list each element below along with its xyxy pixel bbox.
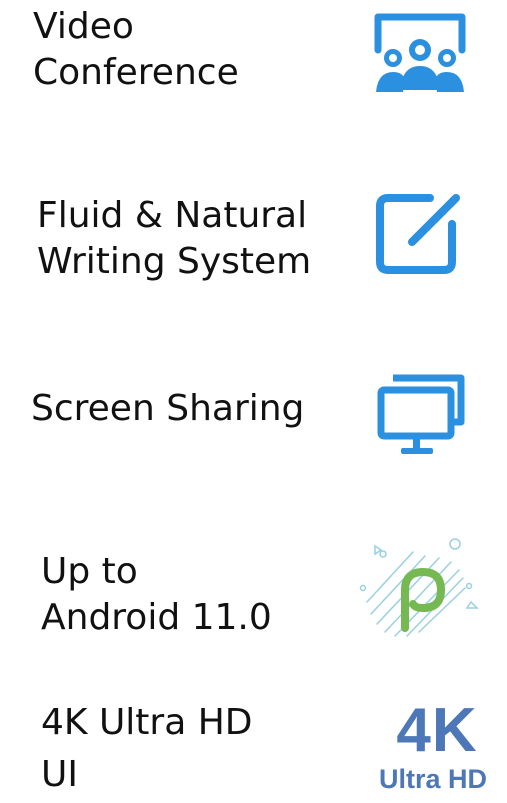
feature-line: Writing System — [37, 241, 312, 282]
feature-video-conference-label: Video Conference — [33, 4, 239, 96]
screen-sharing-icon — [375, 372, 467, 458]
android-p-logo — [355, 528, 485, 648]
4k-logo-text: 4K — [396, 696, 478, 765]
feature-screen-sharing-label: Screen Sharing — [31, 386, 304, 432]
feature-line: Android 11.0 — [41, 597, 272, 638]
feature-writing-system-label: Fluid & Natural Writing System — [37, 193, 311, 285]
ultra-hd-logo-text: Ultra HD — [378, 764, 487, 794]
video-conference-icon — [373, 12, 467, 98]
feature-line: UI — [41, 754, 78, 795]
feature-line: Up to — [41, 551, 138, 592]
feature-android-label: Up to Android 11.0 — [41, 549, 272, 641]
feature-4k-label: 4K Ultra HD UI — [41, 700, 253, 798]
feature-line: Video — [33, 6, 134, 47]
pen-edit-icon — [372, 190, 464, 278]
feature-line: Screen Sharing — [31, 388, 305, 429]
feature-line: Conference — [33, 52, 239, 93]
feature-line: Fluid & Natural — [37, 195, 308, 236]
feature-line: 4K Ultra HD — [41, 702, 253, 743]
